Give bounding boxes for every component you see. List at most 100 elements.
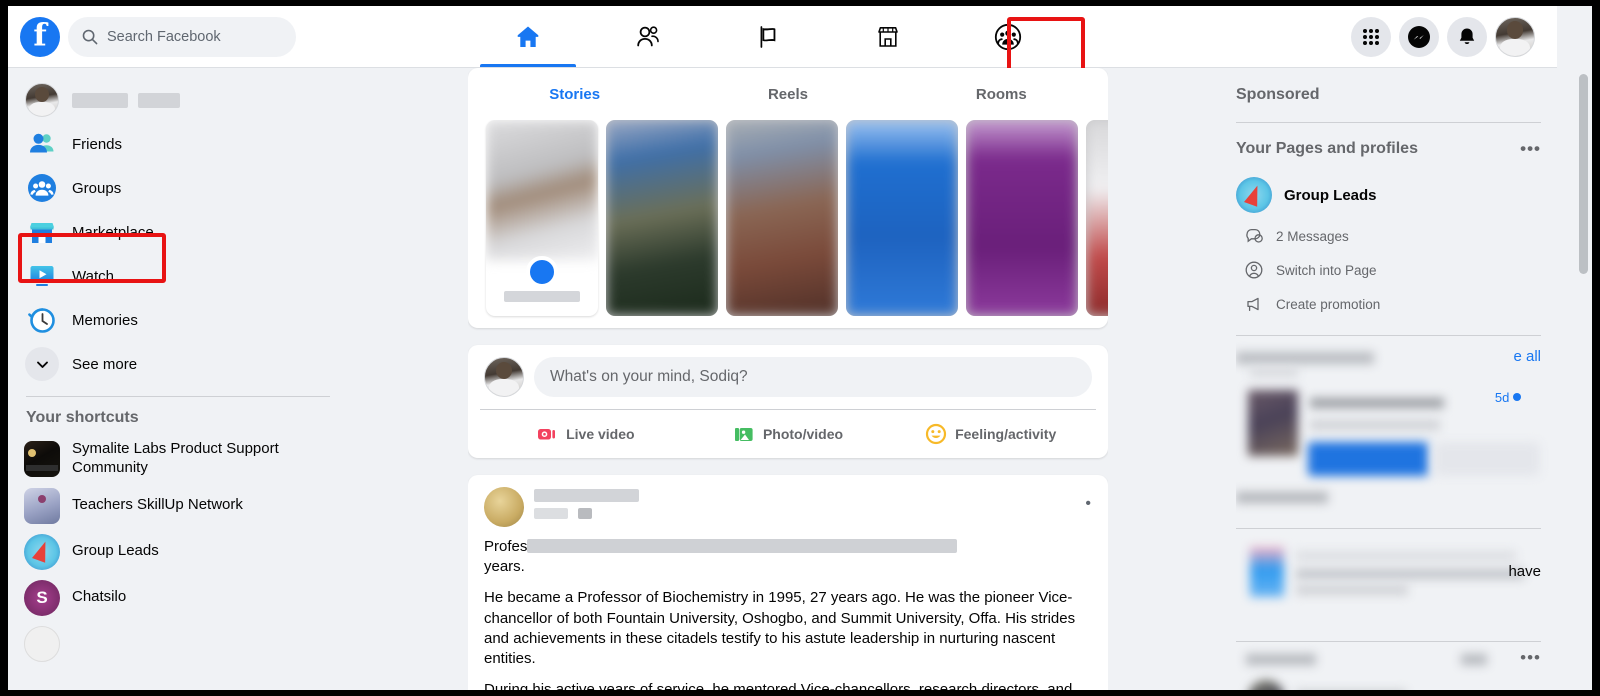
composer-placeholder: What's on your mind, Sodiq?: [550, 368, 748, 385]
live-video-button[interactable]: Live video: [484, 410, 687, 458]
contact-row-redacted[interactable]: [1248, 680, 1284, 690]
promotion-icon: [1247, 297, 1259, 312]
grid-icon: [1363, 28, 1379, 45]
memories-icon: [24, 302, 60, 338]
right-divider: [1236, 528, 1541, 529]
scrollbar-thumb[interactable]: [1579, 74, 1588, 274]
create-story-plus-icon: [526, 256, 558, 288]
page-action-messages[interactable]: 2 Messages: [1236, 219, 1541, 253]
sidebar-item-watch[interactable]: Watch: [16, 254, 340, 298]
composer-actions: Live video Photo/video Feeling/activity: [484, 410, 1092, 458]
sidebar-divider: [26, 396, 330, 397]
profile-avatar-small: [24, 82, 60, 118]
sidebar-item-see-more[interactable]: See more: [16, 342, 340, 386]
story-card[interactable]: [606, 120, 718, 316]
bell-icon: [1459, 28, 1475, 44]
promo-line-redacted: [1296, 585, 1408, 595]
right-divider: [1236, 335, 1541, 336]
pages-options-button[interactable]: •••: [1520, 139, 1541, 159]
sidebar-item-label: Watch: [72, 267, 114, 285]
marketplace-icon: [24, 214, 60, 250]
nav-tab-groups[interactable]: [948, 6, 1068, 67]
story-card[interactable]: [1086, 120, 1108, 316]
facebook-logo-icon[interactable]: [20, 16, 60, 57]
sidebar-item-label: Marketplace: [72, 223, 154, 241]
nav-tab-friends[interactable]: [588, 6, 708, 67]
sidebar-item-marketplace[interactable]: Marketplace: [16, 210, 340, 254]
sidebar-item-groups[interactable]: Groups: [16, 166, 340, 210]
ad-thumbnail: [1248, 390, 1298, 456]
right-divider: [1236, 122, 1541, 123]
facebook-window: Search Facebook: [8, 6, 1592, 690]
contacts-options-button[interactable]: •••: [1520, 648, 1541, 668]
composer-action-label: Photo/video: [762, 426, 844, 442]
story-card[interactable]: [726, 120, 838, 316]
tab-rooms[interactable]: Rooms: [895, 68, 1108, 120]
notifications-button[interactable]: [1447, 16, 1487, 57]
shortcut-thumbnail: [24, 487, 60, 524]
shortcut-item[interactable]: Symalite Labs Product Support Community: [16, 435, 340, 483]
shortcut-label: Chatsilo: [72, 588, 127, 606]
sidebar-item-label: Groups: [72, 179, 122, 197]
shortcut-thumbnail: [24, 440, 60, 477]
friends-nav-icon: [637, 25, 659, 46]
primary-nav: [468, 6, 1068, 67]
photo-video-button[interactable]: Photo/video: [687, 410, 890, 458]
sidebar-item-friends[interactable]: Friends: [16, 122, 340, 166]
sponsored-secondary-block[interactable]: have: [1236, 539, 1541, 635]
create-story-card[interactable]: [486, 120, 598, 316]
story-card[interactable]: [846, 120, 958, 316]
post-author-avatar[interactable]: [484, 487, 524, 527]
shortcut-item[interactable]: S Chatsilo: [16, 575, 340, 621]
chevron-down-icon: [24, 346, 60, 382]
sidebar-item-profile[interactable]: [16, 78, 340, 122]
feeling-activity-button[interactable]: Feeling/activity: [889, 410, 1092, 458]
shortcut-label: Symalite Labs Product Support Community: [72, 440, 279, 476]
post-composer-card: What's on your mind, Sodiq? Live video P…: [468, 345, 1108, 458]
post-author-meta-redacted: [534, 487, 639, 519]
story-card[interactable]: [966, 120, 1078, 316]
ad-cta-button[interactable]: [1308, 442, 1428, 476]
shortcut-item[interactable]: Teachers SkillUp Network: [16, 483, 340, 529]
contacts-action-redacted[interactable]: [1461, 654, 1487, 665]
shortcut-item-partial[interactable]: [16, 621, 340, 667]
post-paragraph-redacted: Profes years.: [484, 537, 1092, 577]
contacts-block: ••• Kishby Wahab: [1236, 648, 1541, 690]
tab-label: Reels: [767, 85, 808, 103]
sponsored-ad-block[interactable]: e all 5d: [1236, 346, 1541, 522]
sidebar-item-memories[interactable]: Memories: [16, 298, 340, 342]
menu-grid-button[interactable]: [1351, 16, 1391, 57]
page-action-promotion[interactable]: Create promotion: [1236, 287, 1541, 321]
search-input[interactable]: Search Facebook: [68, 16, 296, 57]
shortcut-label: Group Leads: [72, 542, 159, 560]
top-header: Search Facebook: [8, 6, 1557, 74]
page-action-label: Switch into Page: [1276, 262, 1377, 278]
see-all-link[interactable]: e all: [1513, 348, 1541, 365]
profile-avatar[interactable]: [1495, 16, 1535, 57]
nav-tab-pages[interactable]: [708, 6, 828, 67]
tab-stories[interactable]: Stories: [468, 68, 681, 120]
composer-avatar[interactable]: [484, 357, 524, 397]
messenger-button[interactable]: [1399, 16, 1439, 57]
page-row-group-leads[interactable]: Group Leads: [1236, 171, 1541, 219]
composer-top-row: What's on your mind, Sodiq?: [484, 357, 1092, 409]
page-avatar: [1236, 177, 1272, 213]
left-sidebar: Friends Groups Marketplace Watch Memorie…: [8, 68, 348, 690]
nav-tab-marketplace[interactable]: [828, 6, 948, 67]
nav-tab-home[interactable]: [468, 6, 588, 67]
shortcut-label: Teachers SkillUp Network: [72, 496, 243, 514]
promo-line-redacted: [1296, 551, 1516, 561]
search-placeholder: Search Facebook: [107, 28, 221, 45]
ad-subtitle-redacted: [1250, 368, 1298, 377]
page-name: Group Leads: [1284, 186, 1377, 204]
tab-reels[interactable]: Reels: [681, 68, 894, 120]
shortcut-item[interactable]: Group Leads: [16, 529, 340, 575]
flag-icon: [760, 25, 776, 48]
composer-input[interactable]: What's on your mind, Sodiq?: [534, 357, 1092, 397]
page-action-switch[interactable]: Switch into Page: [1236, 253, 1541, 287]
stories-tabs: Stories Reels Rooms: [468, 68, 1108, 120]
ad-secondary-button[interactable]: [1434, 442, 1540, 476]
stories-carousel[interactable]: [468, 120, 1108, 328]
post-options-button[interactable]: •: [1085, 495, 1092, 513]
pages-title: Your Pages and profiles: [1236, 140, 1418, 157]
